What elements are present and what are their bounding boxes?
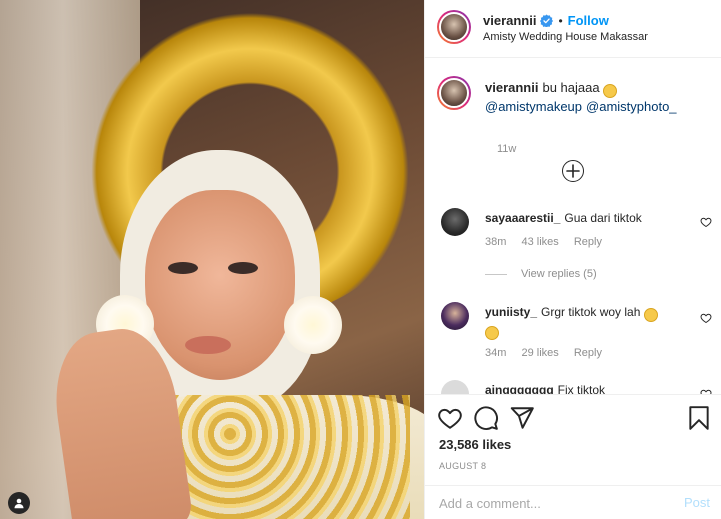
comment-text: Fix tiktok: [557, 383, 605, 394]
comment-avatar[interactable]: [441, 380, 469, 394]
comment-avatar[interactable]: [441, 208, 469, 236]
separator-dot: •: [558, 13, 563, 28]
comment-likes[interactable]: 29 likes: [521, 347, 558, 359]
caption-body: bu hajaaa: [542, 80, 600, 95]
left-eye: [168, 262, 198, 274]
heart-icon[interactable]: [437, 405, 463, 431]
crying-face-emoji: [485, 326, 499, 340]
caption-text: vierannii bu hajaaa @amistymakeup @amistyp…: [485, 79, 715, 116]
bookmark-icon[interactable]: [686, 405, 712, 431]
verified-badge-icon: [540, 14, 554, 27]
divider-line: [485, 273, 507, 275]
reply-button[interactable]: Reply: [574, 236, 602, 248]
post-date[interactable]: AUGUST 8: [439, 461, 486, 471]
caption-avatar[interactable]: [437, 76, 471, 110]
paper-plane-icon[interactable]: [509, 405, 535, 431]
comment-username[interactable]: yuniisty_: [485, 305, 537, 319]
post-header: vierannii • Follow Amisty Wedding House …: [425, 0, 721, 58]
comment-username[interactable]: sayaaarestii_: [485, 211, 560, 225]
post-image[interactable]: [0, 0, 424, 519]
add-comment-bar: Post: [425, 485, 721, 519]
view-replies-button[interactable]: View replies (5): [485, 268, 597, 280]
reply-button[interactable]: Reply: [574, 347, 602, 359]
comment-text: Gua dari tiktok: [564, 211, 642, 225]
likes-count[interactable]: 23,586 likes: [439, 437, 511, 452]
grinning-face-emoji: [603, 84, 618, 98]
comment-heart-icon[interactable]: [700, 216, 712, 228]
view-replies-label: View replies (5): [521, 268, 597, 280]
right-eye: [228, 262, 258, 274]
user-tag-icon[interactable]: [8, 492, 30, 514]
plus-circle-icon[interactable]: [562, 160, 584, 182]
location-link[interactable]: Amisty Wedding House Makassar: [483, 31, 648, 43]
comment-text: Grgr tiktok woy lah: [541, 305, 641, 319]
caption-time[interactable]: 11w: [497, 143, 516, 155]
comment-likes[interactable]: 43 likes: [521, 236, 558, 248]
flower-right: [284, 296, 342, 354]
comment-heart-icon[interactable]: [700, 312, 712, 324]
mention-amistyphoto[interactable]: @amistyphoto_: [586, 99, 677, 114]
mention-amistymakeup[interactable]: @amistymakeup: [485, 99, 582, 114]
comments-list[interactable]: vierannii bu hajaaa @amistymakeup @amistyp…: [425, 58, 721, 394]
comment-input[interactable]: [439, 494, 659, 512]
author-username[interactable]: vierannii: [483, 13, 536, 28]
caption-username[interactable]: vierannii: [485, 80, 538, 95]
comment-time[interactable]: 38m: [485, 236, 506, 248]
comment-icon[interactable]: [473, 405, 499, 431]
crying-face-emoji: [643, 308, 658, 322]
comment-time[interactable]: 34m: [485, 347, 506, 359]
lips: [185, 336, 231, 354]
follow-button[interactable]: Follow: [568, 13, 609, 28]
comment-avatar[interactable]: [441, 302, 469, 330]
post-button[interactable]: Post: [684, 495, 710, 510]
post-sidebar: vierannii • Follow Amisty Wedding House …: [424, 0, 721, 519]
post-actions: 23,586 likes AUGUST 8 Post: [425, 394, 721, 518]
author-avatar[interactable]: [437, 10, 471, 44]
comment-username[interactable]: ajnggggggg: [485, 383, 554, 394]
